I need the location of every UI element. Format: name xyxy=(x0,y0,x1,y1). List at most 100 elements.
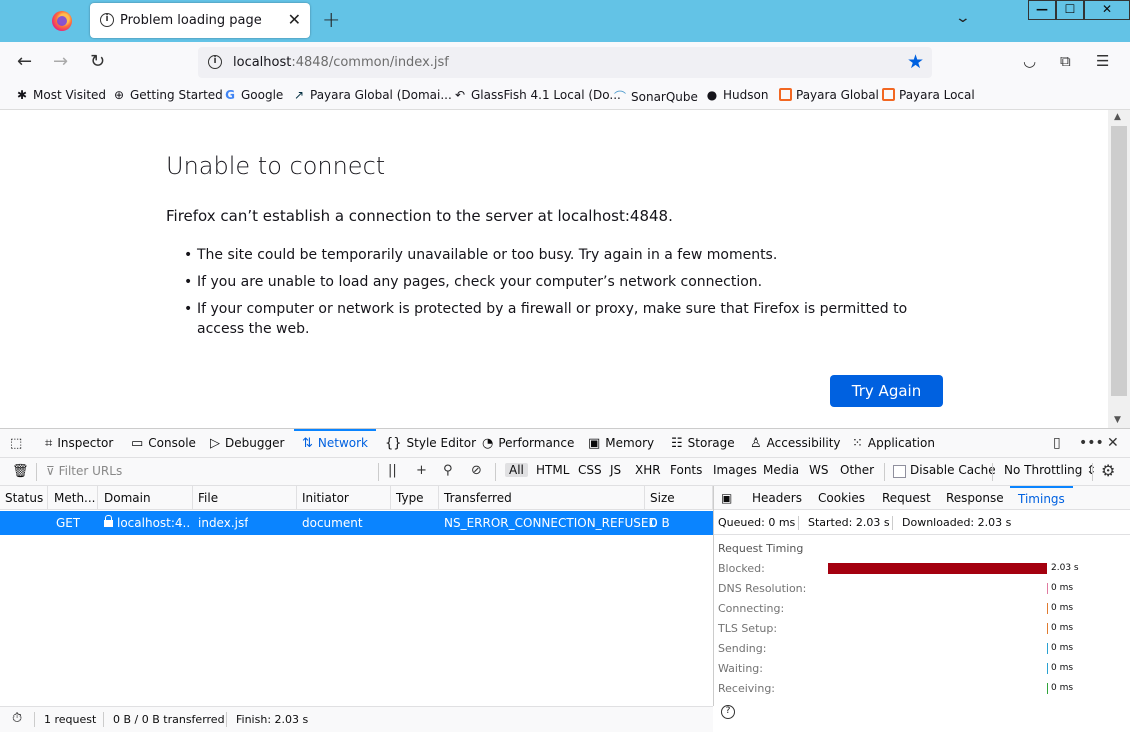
reload-icon[interactable]: ↻ xyxy=(90,51,105,72)
timing-value: 2.03 s xyxy=(1051,563,1079,573)
tab-style-editor[interactable]: {} Style Editor xyxy=(385,429,476,458)
toggle-panel-icon[interactable]: ▣ xyxy=(721,486,732,510)
scroll-down-icon[interactable]: ▼ xyxy=(1114,415,1121,425)
bookmark-glassfish[interactable]: ↶ GlassFish 4.1 Local (Do... xyxy=(453,88,621,102)
filter-images[interactable]: Images xyxy=(709,463,761,477)
bookmark-most-visited[interactable]: ✱ Most Visited xyxy=(15,88,106,102)
settings-gear-icon[interactable]: ⚙ xyxy=(1101,461,1115,480)
column-file[interactable]: File xyxy=(193,486,297,510)
tab-inspector[interactable]: ⌗ Inspector xyxy=(45,429,113,458)
back-arrow-icon[interactable]: ← xyxy=(17,51,32,72)
tab-memory[interactable]: ▣ Memory xyxy=(588,429,654,458)
tab-performance[interactable]: ◔ Performance xyxy=(482,429,574,458)
separator xyxy=(103,712,104,727)
more-options-icon[interactable]: ••• xyxy=(1079,435,1104,451)
filter-icon: ⊽ xyxy=(46,464,59,478)
disable-cache-label[interactable]: Disable Cache xyxy=(906,463,1000,477)
tab-console[interactable]: ▭ Console xyxy=(131,429,196,458)
forward-arrow-icon[interactable]: → xyxy=(53,51,68,72)
element-picker-icon[interactable]: ⬚ xyxy=(10,429,27,458)
tab-debugger[interactable]: ▷ Debugger xyxy=(210,429,284,458)
queued-time: Queued: 0 ms xyxy=(718,516,796,529)
new-tab-button[interactable]: + xyxy=(322,8,340,33)
tab-label: Style Editor xyxy=(406,436,477,450)
disable-cache-checkbox[interactable] xyxy=(893,465,906,478)
inspector-icon: ⌗ xyxy=(45,436,53,451)
throttling-select[interactable]: No Throttling ⇕ xyxy=(1000,463,1100,477)
tab-timings[interactable]: Timings xyxy=(1010,486,1073,510)
bookmark-payara-global[interactable]: Payara Global xyxy=(779,88,879,102)
page-scrollbar[interactable]: ▲ ▼ xyxy=(1108,110,1130,428)
column-size[interactable]: Size xyxy=(645,486,713,510)
separator xyxy=(36,463,37,481)
bookmark-getting-started[interactable]: ⊕ Getting Started xyxy=(112,88,223,102)
filter-all[interactable]: All xyxy=(505,463,528,477)
bookmark-payara-local[interactable]: Payara Local xyxy=(882,88,975,102)
help-icon[interactable]: ? xyxy=(721,705,735,719)
tab-application[interactable]: ⁙ Application xyxy=(852,429,935,458)
filter-media[interactable]: Media xyxy=(759,463,803,477)
column-transferred[interactable]: Transferred xyxy=(439,486,645,510)
pocket-icon[interactable]: ◡ xyxy=(1023,52,1036,70)
tab-label: Application xyxy=(867,436,935,450)
column-domain[interactable]: Domain xyxy=(99,486,193,510)
tab-network[interactable]: ⇅ Network xyxy=(294,429,377,458)
add-icon[interactable]: + xyxy=(416,463,427,478)
firefox-logo-icon[interactable] xyxy=(52,11,72,31)
tab-response[interactable]: Response xyxy=(946,486,1004,510)
tab-accessibility[interactable]: ♙ Accessibility xyxy=(750,429,841,458)
bookmark-hudson[interactable]: ● Hudson xyxy=(705,88,769,102)
request-count: 1 request xyxy=(44,713,97,726)
pause-icon[interactable]: || xyxy=(388,463,397,478)
site-info-icon[interactable]: i xyxy=(208,55,222,69)
suggestion-item: If you are unable to load any pages, che… xyxy=(184,272,944,292)
tab-storage[interactable]: ☷ Storage xyxy=(671,429,735,458)
filter-other[interactable]: Other xyxy=(836,463,878,477)
column-initiator[interactable]: Initiator xyxy=(297,486,391,510)
search-icon[interactable]: ⚲ xyxy=(443,463,453,478)
block-icon[interactable]: ⊘ xyxy=(471,463,482,478)
scroll-up-icon[interactable]: ▲ xyxy=(1114,112,1121,122)
suggestion-item: If your computer or network is protected… xyxy=(184,299,944,339)
column-type[interactable]: Type xyxy=(391,486,439,510)
dock-icon[interactable]: ▯ xyxy=(1053,435,1061,451)
close-devtools-icon[interactable]: ✕ xyxy=(1107,435,1119,451)
request-details-panel: ▣ Headers Cookies Request Response Timin… xyxy=(713,486,1130,719)
filter-urls-input[interactable]: ⊽ Filter URLs xyxy=(46,464,122,478)
list-all-tabs-chevron-icon[interactable]: ⌄ xyxy=(955,10,971,26)
filter-ws[interactable]: WS xyxy=(805,463,832,477)
bookmark-star-icon[interactable]: ★ xyxy=(907,51,924,73)
window-minimize-button[interactable]: — xyxy=(1028,0,1056,20)
stopwatch-icon[interactable]: ⏱ xyxy=(12,711,22,726)
menu-icon[interactable]: ☰ xyxy=(1096,52,1109,70)
browser-tab[interactable]: i Problem loading page ✕ xyxy=(90,3,310,38)
tab-close-icon[interactable]: ✕ xyxy=(288,10,301,29)
window-close-button[interactable]: ✕ xyxy=(1084,0,1130,20)
try-again-button[interactable]: Try Again xyxy=(830,375,943,407)
filter-js[interactable]: JS xyxy=(606,463,625,477)
clear-trash-icon[interactable]: 🗑 xyxy=(12,464,29,479)
filter-css[interactable]: CSS xyxy=(574,463,606,477)
tab-headers[interactable]: Headers xyxy=(752,486,802,510)
bookmark-google[interactable]: G Google xyxy=(223,88,283,102)
bookmark-sonarqube[interactable]: ⌒ SonarQube xyxy=(613,88,698,105)
table-row[interactable]: GET localhost:4... index.jsf document NS… xyxy=(0,511,713,535)
filter-html[interactable]: HTML xyxy=(532,463,573,477)
column-method[interactable]: Meth... xyxy=(49,486,98,510)
filter-xhr[interactable]: XHR xyxy=(631,463,665,477)
filter-fonts[interactable]: Fonts xyxy=(666,463,706,477)
column-status[interactable]: Status xyxy=(0,486,48,510)
url-text[interactable]: localhost:4848/common/index.jsf xyxy=(233,55,449,70)
memory-icon: ▣ xyxy=(588,436,601,451)
url-bar[interactable]: i localhost:4848/common/index.jsf ★ xyxy=(198,47,932,78)
tab-cookies[interactable]: Cookies xyxy=(818,486,865,510)
window-maximize-button[interactable]: ☐ xyxy=(1056,0,1084,20)
suggestion-item: The site could be temporarily unavailabl… xyxy=(184,245,944,265)
bookmark-label: Hudson xyxy=(723,88,769,102)
hudson-icon: ● xyxy=(706,88,718,102)
bookmark-payara-global-domain[interactable]: ↗ Payara Global (Domai... xyxy=(292,88,452,102)
scrollbar-thumb[interactable] xyxy=(1111,126,1127,396)
extensions-icon[interactable]: ⧉ xyxy=(1060,52,1071,70)
tab-request[interactable]: Request xyxy=(882,486,931,510)
cell-method: GET xyxy=(56,516,81,530)
